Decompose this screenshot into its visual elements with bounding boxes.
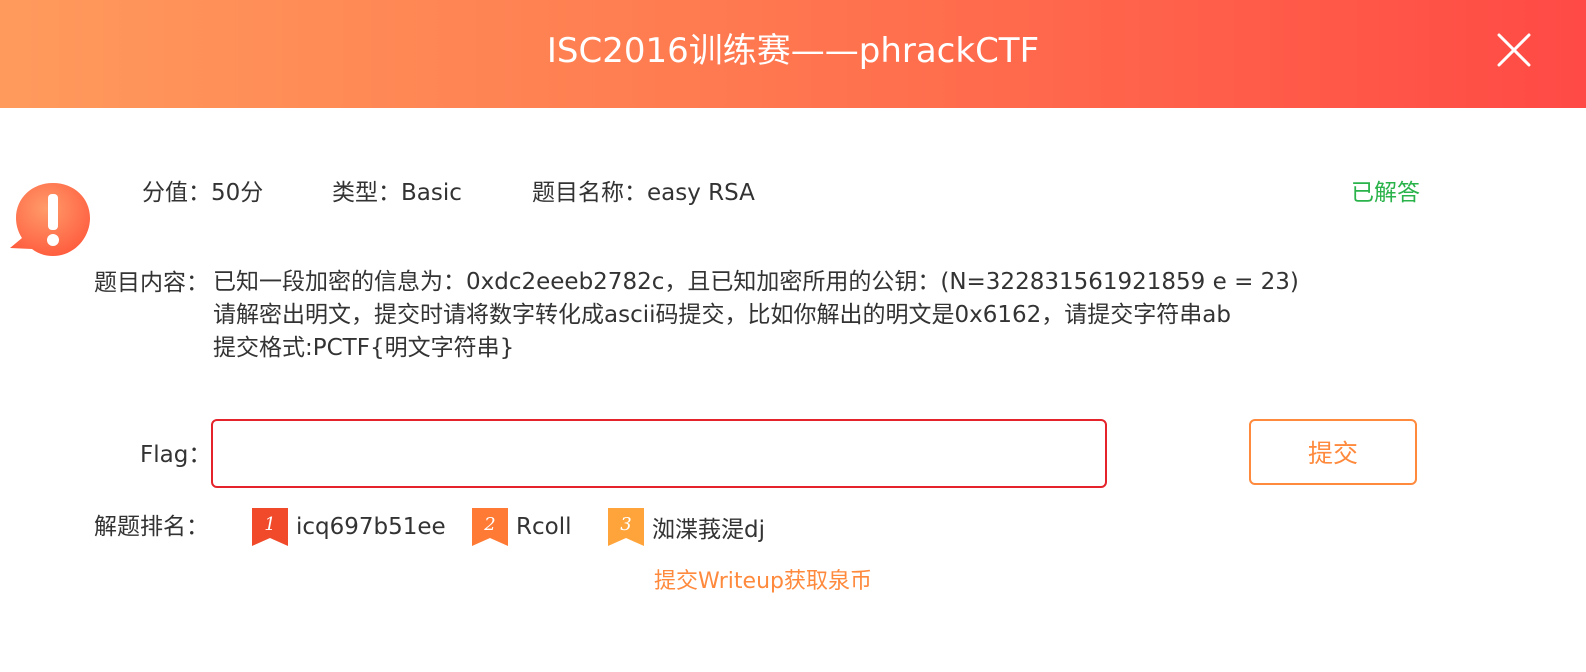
flag-label: Flag： — [140, 442, 212, 468]
ranking-label: 解题排名： — [94, 514, 209, 540]
rank-1-badge-icon: 1 — [252, 508, 288, 546]
ranking-entry-1: 1 icq697b51ee — [252, 508, 446, 546]
exclamation-bubble-icon — [6, 180, 92, 262]
status-badge: 已解答 — [1351, 180, 1420, 206]
rank-number: 1 — [264, 514, 275, 535]
challenge-name-text: 题目名称：easy RSA — [532, 180, 755, 206]
ranking-user-name: icq697b51ee — [296, 514, 446, 540]
close-button[interactable] — [1494, 30, 1534, 70]
description-line: 请解密出明文，提交时请将数字转化成ascii码提交，比如你解出的明文是0x616… — [213, 302, 1231, 328]
flag-input[interactable] — [211, 419, 1107, 488]
challenge-description: 已知一段加密的信息为：0xdc2eeeb2782c，且已知加密所用的公钥：(N=… — [213, 266, 1299, 365]
ranking-entry-2: 2 Rcoll — [472, 508, 571, 546]
close-icon — [1497, 33, 1531, 67]
type-text: 类型：Basic — [332, 180, 462, 206]
rank-3-badge-icon: 3 — [608, 508, 644, 546]
submit-button[interactable]: 提交 — [1249, 419, 1417, 485]
ranking-entry-3: 3 洳渫莪湜dj — [608, 508, 765, 546]
dialog-header: ISC2016训练赛——phrackCTF — [0, 0, 1586, 108]
dialog-title: ISC2016训练赛——phrackCTF — [546, 31, 1040, 71]
writeup-link-text[interactable]: 提交Writeup获取泉币 — [654, 569, 872, 594]
description-line: 已知一段加密的信息为：0xdc2eeeb2782c，且已知加密所用的公钥：(N=… — [213, 269, 1299, 295]
description-line: 提交格式:PCTF{明文字符串} — [213, 335, 515, 361]
ranking-user-name: Rcoll — [516, 514, 572, 540]
writeup-link[interactable]: 提交Writeup获取泉币 — [0, 566, 1586, 598]
rank-number: 2 — [483, 514, 495, 535]
rank-number: 3 — [620, 514, 631, 535]
content-label: 题目内容： — [94, 270, 209, 296]
rank-2-badge-icon: 2 — [472, 508, 508, 546]
ranking-user-name: 洳渫莪湜dj — [652, 517, 765, 543]
score-text: 分值：50分 — [142, 180, 264, 206]
